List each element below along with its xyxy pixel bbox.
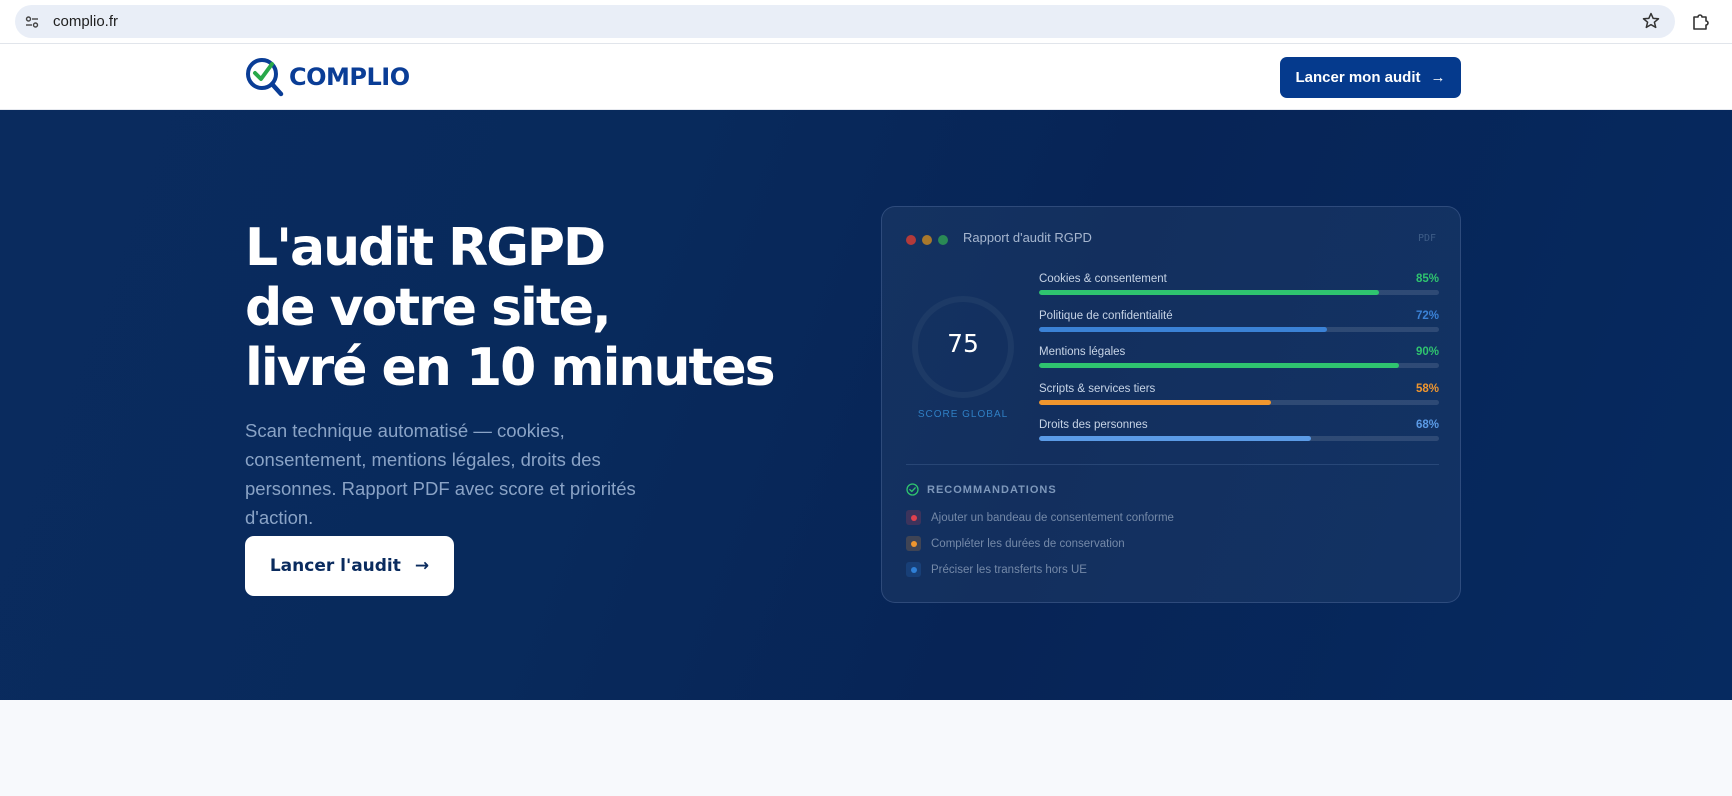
hero-section: L'audit RGPD de votre site, livré en 10 … xyxy=(0,110,1732,700)
metric-track xyxy=(1039,363,1439,368)
metric-value: 85% xyxy=(1415,273,1439,285)
metric-row: Politique de confidentialité 72% xyxy=(1039,310,1439,340)
metric-row: Cookies & consentement 85% xyxy=(1039,273,1439,303)
metric-row: Droits des personnes 68% xyxy=(1039,419,1439,449)
hero-title-line: L'audit RGPD xyxy=(245,218,606,278)
metric-row: Scripts & services tiers 58% xyxy=(1039,383,1439,413)
arrow-right-icon: → xyxy=(414,556,430,576)
metric-value: 68% xyxy=(1415,419,1439,431)
window-dot-green xyxy=(938,235,948,245)
metric-value: 90% xyxy=(1415,346,1439,358)
recommendation-item: Compléter les durées de conservation xyxy=(906,536,1125,551)
priority-dot-icon xyxy=(906,510,921,525)
recommendations-title: RECOMMANDATIONS xyxy=(927,483,1057,496)
metric-bar xyxy=(1039,290,1379,295)
window-dot-red xyxy=(906,235,916,245)
metric-track xyxy=(1039,290,1439,295)
hero-title: L'audit RGPD de votre site, livré en 10 … xyxy=(245,218,776,398)
site-header: COMPLIO Lancer mon audit → xyxy=(0,44,1732,110)
metric-name: Droits des personnes xyxy=(1039,419,1148,431)
launch-audit-button[interactable]: Lancer l'audit → xyxy=(245,536,454,596)
recommendation-item: Ajouter un bandeau de consentement confo… xyxy=(906,510,1174,525)
site-info-icon[interactable] xyxy=(17,7,47,37)
metric-bar xyxy=(1039,363,1399,368)
url-text[interactable]: complio.fr xyxy=(53,13,118,30)
priority-dot-icon xyxy=(906,562,921,577)
metric-name: Politique de confidentialité xyxy=(1039,310,1173,322)
metric-name: Mentions légales xyxy=(1039,346,1126,358)
recommendation-text: Ajouter un bandeau de consentement confo… xyxy=(931,511,1174,524)
audit-report-card: Rapport d'audit RGPD PDF 75 SCORE GLOBAL… xyxy=(881,206,1461,603)
arrow-right-icon: → xyxy=(1430,69,1446,86)
logo-magnifier-icon xyxy=(246,58,284,97)
metric-value: 72% xyxy=(1415,310,1439,322)
metric-bar xyxy=(1039,436,1311,441)
card-divider xyxy=(906,464,1439,465)
hero-title-line: de votre site, xyxy=(245,278,612,338)
window-dots xyxy=(906,235,948,245)
launch-my-audit-button[interactable]: Lancer mon audit → xyxy=(1280,57,1461,98)
check-circle-icon xyxy=(906,483,919,496)
priority-dot-icon xyxy=(906,536,921,551)
recommendation-text: Préciser les transferts hors UE xyxy=(931,563,1087,576)
score-value: 75 xyxy=(947,329,979,358)
hero-title-line: livré en 10 minutes xyxy=(245,338,776,398)
metric-name: Scripts & services tiers xyxy=(1039,383,1156,395)
recommendations-header: RECOMMANDATIONS xyxy=(906,483,1057,496)
report-title: Rapport d'audit RGPD xyxy=(963,230,1092,245)
pdf-tag: PDF xyxy=(1417,233,1436,244)
address-bar[interactable]: complio.fr xyxy=(15,5,1675,38)
logo[interactable]: COMPLIO xyxy=(245,56,410,98)
browser-toolbar: complio.fr xyxy=(0,0,1732,44)
metric-track xyxy=(1039,400,1439,405)
star-icon[interactable] xyxy=(1641,11,1661,31)
metric-bar xyxy=(1039,327,1327,332)
window-dot-yellow xyxy=(922,235,932,245)
metric-track xyxy=(1039,327,1439,332)
recommendation-item: Préciser les transferts hors UE xyxy=(906,562,1087,577)
hero-subtitle: Scan technique automatisé — cookies, con… xyxy=(245,420,636,528)
metric-name: Cookies & consentement xyxy=(1039,273,1167,285)
extensions-icon[interactable] xyxy=(1690,10,1712,32)
metric-track xyxy=(1039,436,1439,441)
metric-bar xyxy=(1039,400,1271,405)
launch-audit-label: Lancer l'audit xyxy=(269,556,401,576)
score-label: SCORE GLOBAL xyxy=(917,409,1009,420)
launch-my-audit-label: Lancer mon audit xyxy=(1295,69,1421,86)
metric-value: 58% xyxy=(1415,383,1439,395)
metric-row: Mentions légales 90% xyxy=(1039,346,1439,376)
recommendation-text: Compléter les durées de conservation xyxy=(931,537,1125,550)
logo-text: COMPLIO xyxy=(289,63,410,91)
